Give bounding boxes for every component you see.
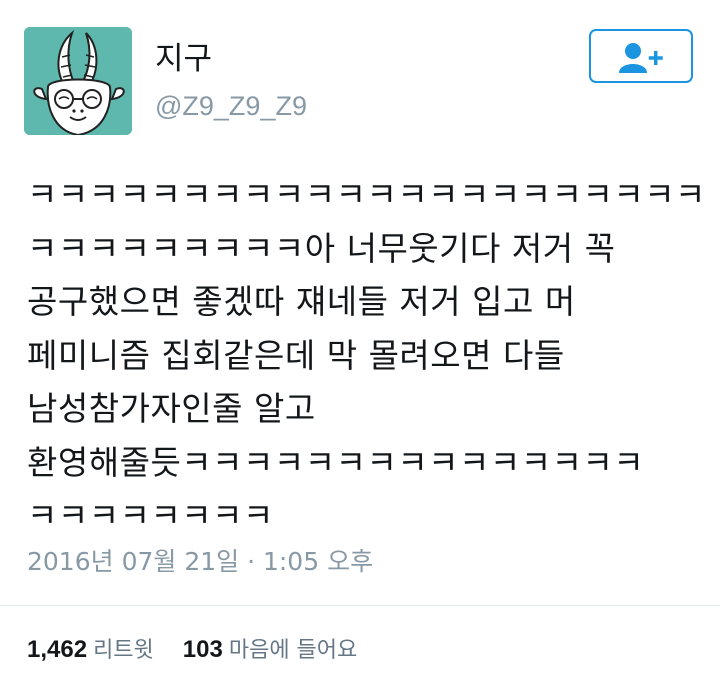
tweet-line: 공구했으면 좋겠따 쟤네들 저거 입고 머 [27,282,576,321]
tweet-text: ㅋㅋㅋㅋㅋㅋㅋㅋㅋㅋㅋㅋㅋㅋㅋㅋㅋㅋㅋㅋㅋㅋ ㅋㅋㅋㅋㅋㅋㅋㅋㅋ아 너무웃기다 … [27,168,706,543]
retweets-count: 1,462 [27,636,88,663]
tweet-line: 환영해줄듯ㅋㅋㅋㅋㅋㅋㅋㅋㅋㅋㅋㅋㅋㅋㅋ [27,442,645,482]
tweet-line: ㅋㅋㅋㅋㅋㅋㅋㅋㅋㅋㅋㅋㅋㅋㅋㅋㅋㅋㅋㅋㅋㅋ [27,175,706,214]
goat-avatar-icon [24,27,132,135]
tweet-line: 페미니즘 집회같은데 막 몰려오면 다들 [27,335,565,375]
avatar[interactable] [24,27,132,135]
tweet-header: 지구 @Z9_Z9_Z9 [24,27,696,137]
tweet-line: 남성참가자인줄 알고 [27,389,316,428]
divider [0,605,720,606]
display-name[interactable]: 지구 [155,41,212,77]
likes-label: 마음에 들어요 [228,638,358,663]
retweets-stat[interactable]: 1,462 리트윗 [27,636,183,663]
retweets-label: 리트윗 [93,638,154,663]
user-handle[interactable]: @Z9_Z9_Z9 [155,89,307,123]
tweet-timestamp[interactable]: 2016년 07월 21일 · 1:05 오후 [27,546,373,578]
follow-user-plus-icon [619,43,663,73]
tweet-line: ㅋㅋㅋㅋㅋㅋㅋㅋㅋ아 너무웃기다 저거 꼭 [27,228,616,268]
tweet-stats: 1,462 리트윗 103 마음에 들어요 [27,635,379,666]
follow-button[interactable] [589,29,693,83]
likes-stat[interactable]: 103 마음에 들어요 [182,636,379,663]
tweet-line: ㅋㅋㅋㅋㅋㅋㅋㅋ [27,496,274,535]
likes-count: 103 [182,636,223,663]
